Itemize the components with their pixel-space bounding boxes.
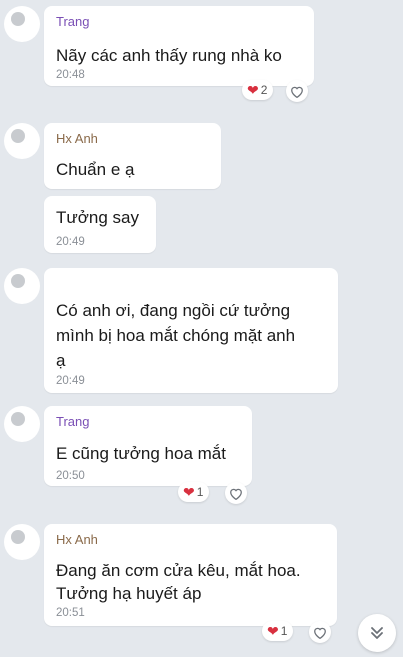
sender-name[interactable]: Hx Anh xyxy=(56,532,98,547)
avatar[interactable] xyxy=(4,406,40,442)
message-bubble[interactable]: Hx Anh Đang ăn cơm cửa kêu, mắt hoa. Tưở… xyxy=(44,524,337,626)
avatar[interactable] xyxy=(4,268,40,304)
react-button[interactable] xyxy=(225,482,247,504)
heart-icon: ❤ xyxy=(267,623,279,639)
avatar[interactable] xyxy=(4,123,40,159)
message-text: E cũng tưởng hoa mắt xyxy=(56,444,226,463)
message-text: Tưởng say xyxy=(56,208,139,227)
avatar[interactable] xyxy=(4,524,40,560)
message-bubble[interactable]: Trang E cũng tưởng hoa mắt 20:50 xyxy=(44,406,252,486)
message-bubble[interactable]: Có anh ơi, đang ngồi cứ tưởng mình bị ho… xyxy=(44,268,338,393)
reaction-pill[interactable]: ❤ 1 xyxy=(178,482,210,502)
outline-heart-icon xyxy=(230,488,242,500)
message-bubble[interactable]: Tưởng say 20:49 xyxy=(44,196,156,253)
message-text: Chuẩn e ạ xyxy=(56,160,135,179)
heart-icon: ❤ xyxy=(247,82,259,98)
reaction-pill[interactable]: ❤ 2 xyxy=(242,80,274,100)
outline-heart-icon xyxy=(291,86,303,98)
outline-heart-icon xyxy=(314,627,326,639)
message-time: 20:51 xyxy=(56,607,85,619)
message-text: Đang ăn cơm cửa kêu, mắt hoa. xyxy=(56,561,301,580)
sender-name[interactable]: Trang xyxy=(56,14,89,29)
message-bubble[interactable]: Trang Nãy các anh thấy rung nhà ko 20:48 xyxy=(44,6,314,86)
message-text: Nãy các anh thấy rung nhà ko xyxy=(56,46,282,65)
message-time: 20:48 xyxy=(56,69,85,81)
message-time: 20:50 xyxy=(56,470,85,482)
react-button[interactable] xyxy=(309,621,331,643)
message-time: 20:49 xyxy=(56,236,85,248)
message-bubble[interactable]: Hx Anh Chuẩn e ạ xyxy=(44,123,221,189)
sender-name[interactable]: Trang xyxy=(56,414,89,429)
reaction-count: 1 xyxy=(280,624,288,638)
sender-name[interactable]: Hx Anh xyxy=(56,131,98,146)
message-text: mình bị hoa mắt chóng mặt anh xyxy=(56,326,296,345)
scroll-to-bottom-button[interactable] xyxy=(358,614,396,652)
reaction-pill[interactable]: ❤ 1 xyxy=(262,621,294,641)
message-text: Có anh ơi, đang ngồi cứ tưởng xyxy=(56,301,291,320)
reaction-count: 1 xyxy=(196,485,204,499)
avatar[interactable] xyxy=(4,6,40,42)
react-button[interactable] xyxy=(286,80,308,102)
message-time: 20:49 xyxy=(56,375,85,387)
message-text: ạ xyxy=(56,351,66,370)
double-chevron-down-icon xyxy=(371,627,383,639)
heart-icon: ❤ xyxy=(183,484,195,500)
message-text: Tưởng hạ huyết áp xyxy=(56,584,202,603)
reaction-count: 2 xyxy=(260,83,268,97)
